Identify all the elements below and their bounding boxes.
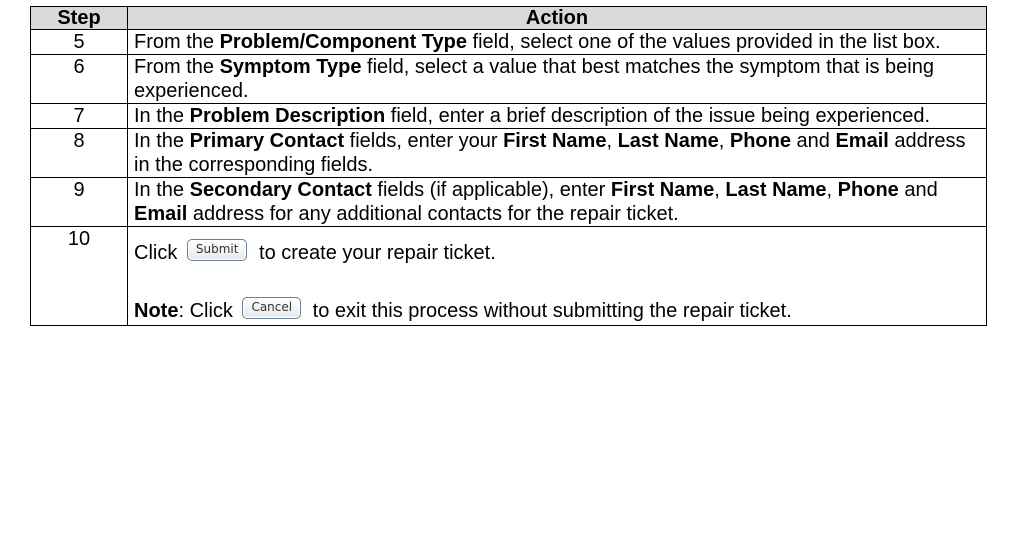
action-column-header: Action xyxy=(127,6,987,30)
action-text: to create your repair ticket. xyxy=(253,242,496,264)
table-row: 5 From the Problem/Component Type field,… xyxy=(30,29,987,55)
action-text: field, select one of the values provided… xyxy=(467,31,941,53)
field-name: Problem Description xyxy=(189,105,386,127)
action-text: , xyxy=(826,179,838,201)
field-name: Last Name xyxy=(725,179,827,201)
action-text: fields, enter your xyxy=(344,130,504,152)
step-action: In the Primary Contact fields, enter you… xyxy=(127,128,987,178)
field-name: First Name xyxy=(503,130,607,152)
action-text: In the xyxy=(134,105,190,127)
steps-table: Step Action 5 From the Problem/Component… xyxy=(30,6,987,326)
step-action: In the Problem Description field, enter … xyxy=(127,103,987,129)
step-column-header: Step xyxy=(30,6,128,30)
field-name: Primary Contact xyxy=(189,130,345,152)
step-number: 5 xyxy=(30,29,128,55)
step-number: 6 xyxy=(30,54,128,104)
field-name: Phone xyxy=(729,130,791,152)
field-name: Problem/Component Type xyxy=(219,31,467,53)
submit-instruction: Click Submit to create your repair ticke… xyxy=(134,239,980,267)
table-row: 9 In the Secondary Contact fields (if ap… xyxy=(30,177,987,227)
table-row: 10 Click Submit to create your repair ti… xyxy=(30,226,987,326)
note-label: Note xyxy=(134,300,179,322)
action-text: fields (if applicable), enter xyxy=(371,179,611,201)
action-text: In the xyxy=(134,179,190,201)
action-text: and xyxy=(790,130,836,152)
header-row: Step Action xyxy=(30,6,987,30)
cancel-button[interactable]: Cancel xyxy=(242,297,302,319)
table-row: 8 In the Primary Contact fields, enter y… xyxy=(30,128,987,178)
field-name: Secondary Contact xyxy=(189,179,372,201)
field-name: Email xyxy=(835,130,889,152)
step-number: 8 xyxy=(30,128,128,178)
note-instruction: Note: Click Cancel to exit this process … xyxy=(134,297,980,325)
field-name: Email xyxy=(134,203,188,225)
field-name: Symptom Type xyxy=(219,56,362,78)
step-action: Click Submit to create your repair ticke… xyxy=(127,226,987,326)
action-text: address for any additional contacts for … xyxy=(187,203,679,225)
step-number: 9 xyxy=(30,177,128,227)
action-text: , xyxy=(714,179,726,201)
step-action: In the Secondary Contact fields (if appl… xyxy=(127,177,987,227)
field-name: First Name xyxy=(610,179,715,201)
action-text: From the xyxy=(134,31,220,53)
table-row: 6 From the Symptom Type field, select a … xyxy=(30,54,987,104)
action-text: and xyxy=(898,179,938,201)
action-text: From the xyxy=(134,56,220,78)
action-text: : Click xyxy=(178,300,239,322)
step-action: From the Problem/Component Type field, s… xyxy=(127,29,987,55)
table-row: 7 In the Problem Description field, ente… xyxy=(30,103,987,129)
action-text: , xyxy=(718,130,730,152)
field-name: Last Name xyxy=(617,130,719,152)
action-text: , xyxy=(606,130,618,152)
step-action: From the Symptom Type field, select a va… xyxy=(127,54,987,104)
action-text: In the xyxy=(134,130,190,152)
step-number: 10 xyxy=(30,226,128,326)
action-text: Click xyxy=(134,242,183,264)
submit-button[interactable]: Submit xyxy=(186,239,248,261)
field-name: Phone xyxy=(837,179,899,201)
action-text: to exit this process without submitting … xyxy=(307,300,792,322)
step-number: 7 xyxy=(30,103,128,129)
action-text: field, enter a brief description of the … xyxy=(385,105,930,127)
